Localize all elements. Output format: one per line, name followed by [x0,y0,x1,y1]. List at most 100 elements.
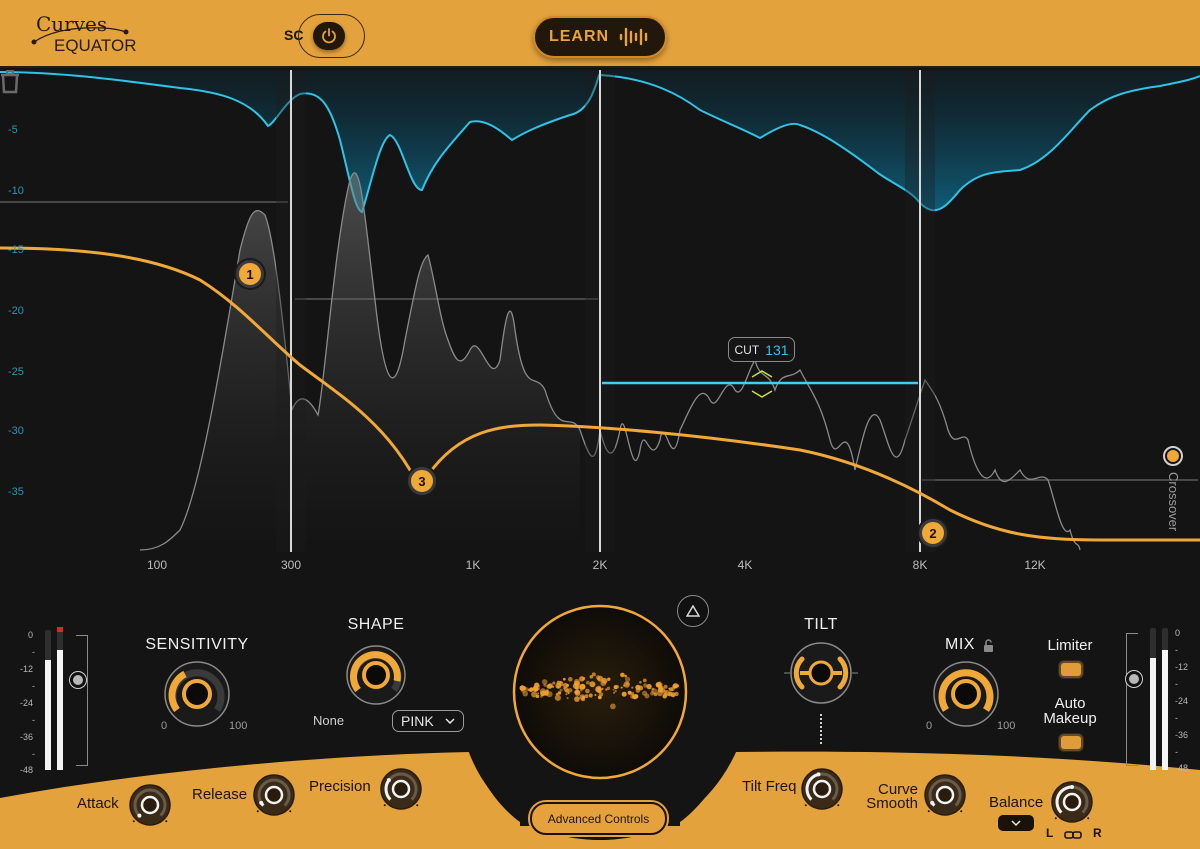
sensitivity-knob[interactable] [163,660,231,728]
y-axis-label: -10 [8,185,24,197]
tilt-knob[interactable] [782,640,860,706]
release-knob[interactable] [252,773,296,819]
clip-indicator[interactable] [57,627,63,632]
shape-title: SHAPE [347,616,405,633]
y-axis-label: -15 [8,244,24,256]
visualizer-particle [552,681,556,685]
visualizer-particle [534,682,540,688]
visualizer-particle [600,680,607,687]
meter-scale-label: - [32,681,35,691]
cut-badge[interactable]: CUT 131 [728,337,795,362]
meter-scale-label: -12 [1175,662,1189,672]
visualizer-particle [610,703,616,710]
visualizer-particle [557,691,562,695]
chevron-down-icon [445,718,455,724]
balance-mode-dropdown[interactable] [998,815,1034,831]
noise-type-select[interactable]: PINK [392,710,464,732]
meter-scale-label: -48 [1175,763,1189,773]
visualizer-particle [642,678,647,683]
mix-knob[interactable] [932,660,1000,728]
auto-makeup-toggle[interactable] [1059,734,1083,751]
expand-button[interactable] [677,595,709,627]
y-axis-label: -35 [8,486,24,498]
tilt-freq-knob[interactable] [800,767,844,813]
visualizer-particle [548,683,554,689]
visualizer-particle [522,690,529,697]
visualizer-particle [644,693,650,699]
eq-node-1[interactable]: 1 [236,260,264,288]
mix-min: 0 [926,720,933,732]
release-label: Release [192,786,248,803]
visualizer-particle [663,684,668,689]
visualizer-particle [563,687,566,690]
cut-badge-value: 131 [765,341,789,358]
auto-makeup-label-1: Auto [1054,695,1086,712]
sidechain-power-button[interactable] [313,22,345,50]
visualizer-particle [656,690,663,697]
learn-button[interactable]: LEARN [533,16,667,58]
output-meter-right [1162,628,1168,770]
visualizer-particle [574,690,581,697]
output-meter-left-fill [1150,658,1156,770]
output-gain-fader-handle[interactable] [1125,670,1143,688]
meter-scale-label: -48 [20,765,34,775]
output-gain-fader-track[interactable] [1126,633,1138,766]
y-axis-label: -5 [8,124,18,136]
visualizer-particle [646,683,652,690]
logo-equator-text: EQUATOR [54,36,137,55]
shape-min-label: None [313,713,345,728]
balance-knob[interactable] [1050,780,1094,826]
visualizer-particle [633,695,637,700]
visualizer-particle [589,681,596,688]
visualizer-particle [621,691,627,697]
visualizer-particle [568,677,573,682]
visualizer-particle [614,690,617,693]
visualizer-particle [625,676,631,682]
mix-title: MIX [945,636,975,653]
visualizer-particle [540,691,543,694]
curve-smooth-knob[interactable] [923,773,967,819]
visualizer-particle [554,694,561,701]
noise-type-value: PINK [401,713,434,729]
limiter-toggle[interactable] [1059,661,1083,678]
output-meter-right-fill [1162,650,1168,770]
visualizer-particle [670,687,675,692]
meter-scale-label: - [32,715,35,725]
link-icon[interactable] [1064,830,1082,840]
y-axis-label: -25 [8,366,24,378]
trash-icon[interactable] [0,70,20,94]
precision-knob[interactable] [379,767,423,813]
eq-node-2[interactable]: 2 [919,519,947,547]
meter-scale-label: 0 [1175,628,1181,638]
mix-max: 100 [997,720,1016,732]
attack-knob[interactable] [128,783,172,829]
visualizer-particle [565,689,570,693]
eq-node-3[interactable]: 3 [408,467,436,495]
eq-graph[interactable]: -5 -10 -15 -20 -25 -30 -35 100 300 1K 2K… [0,70,1200,590]
visualizer-particle [631,686,634,689]
visualizer-particle [591,672,596,677]
input-gain-fader-track[interactable] [76,635,88,766]
output-meter-left [1150,628,1156,770]
visualizer-particle [662,689,668,695]
logo: Curves EQUATOR [28,12,148,58]
visualizer-particle [588,693,593,698]
visualizer-particle [620,672,625,678]
particle-visualizer [512,604,688,780]
tilt-link-indicator [820,714,822,744]
crossover-toggle[interactable] [1163,446,1183,466]
meter-scale-label: - [1175,713,1178,723]
visualizer-particle [579,686,583,690]
eq-graph-canvas[interactable] [0,70,1200,590]
input-gain-fader-handle[interactable] [69,671,87,689]
visualizer-particle [650,691,655,696]
visualizer-particle [620,686,623,689]
shape-knob[interactable] [345,644,407,706]
limiter-label: Limiter [1047,637,1093,654]
visualizer-particle [615,684,620,689]
x-axis-label: 8K [912,558,928,572]
lock-open-icon[interactable] [983,639,994,652]
logo-curves-text: Curves [36,12,108,36]
advanced-controls-button[interactable]: Advanced Controls [530,802,667,835]
visualizer-particle [626,682,629,686]
